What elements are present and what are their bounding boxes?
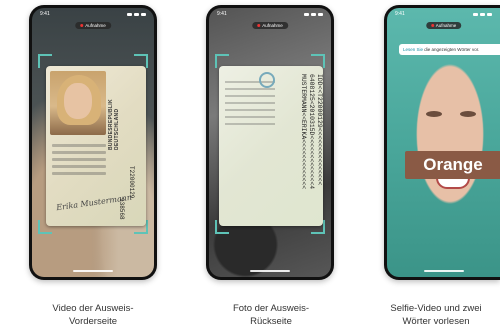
mrz-line-3: MUSTERMANN<<ERIKA<<<<<<<<<<<<< <box>300 74 307 190</box>
status-icons <box>127 12 146 16</box>
caption-line: Video der Ausweis- <box>52 303 134 314</box>
id-card-front: BUNDESREPUBLIK DEUTSCHLAND T22000129 Eri… <box>46 66 146 226</box>
status-bar: 9:41 <box>387 8 500 20</box>
status-time: 9:41 <box>40 11 50 17</box>
status-icons <box>304 12 323 16</box>
caption-line: Foto der Ausweis- <box>232 303 310 314</box>
caption-line: Wörter vorlesen <box>402 316 470 327</box>
id-country-label: BUNDESREPUBLIK DEUTSCHLAND <box>108 99 120 150</box>
word-to-read: Orange <box>405 151 500 179</box>
camera-preview: 9:41 Aufnahme Lesen Sie die angezeigten … <box>387 8 500 277</box>
recording-pill: Aufnahme <box>252 22 288 29</box>
read-aloud-hint: Lesen Sie die angezeigten Wörter vor. <box>399 44 500 55</box>
mrz-line-1: IDD<<T22000129<<<<<<<<<<<<<<< <box>316 74 323 186</box>
home-indicator <box>250 270 290 272</box>
id-portrait-photo <box>50 71 106 135</box>
caption-line: Vorderseite <box>68 316 118 327</box>
selfie-face <box>402 53 498 233</box>
home-indicator <box>73 270 113 272</box>
record-dot-icon <box>430 24 434 28</box>
status-bar: 9:41 <box>209 8 331 20</box>
caption-back-photo: Foto der Ausweis- Rückseite <box>201 302 341 328</box>
hologram-icon <box>259 72 275 88</box>
phone-selfie-video: 9:41 Aufnahme Lesen Sie die angezeigten … <box>384 5 500 280</box>
caption-line: Selfie-Video und zwei <box>390 303 482 314</box>
recording-label: Aufnahme <box>85 23 106 28</box>
status-bar: 9:41 <box>32 8 154 20</box>
id-can-number: 938568 <box>118 198 125 220</box>
hint-accent: Lesen Sie <box>403 47 424 52</box>
mrz-line-2: 6408125<2010315D<<<<<<<<<<<<<4 <box>308 74 315 190</box>
record-dot-icon <box>80 24 84 28</box>
id-card-back: IDD<<T22000129<<<<<<<<<<<<<<< 6408125<20… <box>219 66 323 226</box>
phone-back-photo: 9:41 Aufnahme IDD<<T22000129<<<<<<<<<<<<… <box>206 5 334 280</box>
caption-front-video: Video der Ausweis- Vorderseite <box>23 302 163 328</box>
record-dot-icon <box>257 24 261 28</box>
status-time: 9:41 <box>217 11 227 17</box>
camera-preview: 9:41 Aufnahme BUNDESREPUBLIK DEUTSCHLAND… <box>32 8 154 277</box>
status-icons <box>473 12 492 16</box>
caption-selfie-video: Selfie-Video und zwei Wörter vorlesen <box>366 302 500 328</box>
recording-pill: Aufnahme <box>425 22 462 29</box>
status-time: 9:41 <box>395 11 405 17</box>
camera-preview: 9:41 Aufnahme IDD<<T22000129<<<<<<<<<<<<… <box>209 8 331 277</box>
hint-text: die angezeigten Wörter vor. <box>423 47 480 52</box>
phone-front-video: 9:41 Aufnahme BUNDESREPUBLIK DEUTSCHLAND… <box>29 5 157 280</box>
home-indicator <box>423 270 464 272</box>
id-mrz-zone: IDD<<T22000129<<<<<<<<<<<<<<< 6408125<20… <box>279 74 323 224</box>
recording-pill: Aufnahme <box>75 22 111 29</box>
id-text-lines <box>52 140 106 179</box>
caption-line: Rückseite <box>250 316 292 327</box>
recording-label: Aufnahme <box>435 23 457 28</box>
recording-label: Aufnahme <box>262 23 283 28</box>
